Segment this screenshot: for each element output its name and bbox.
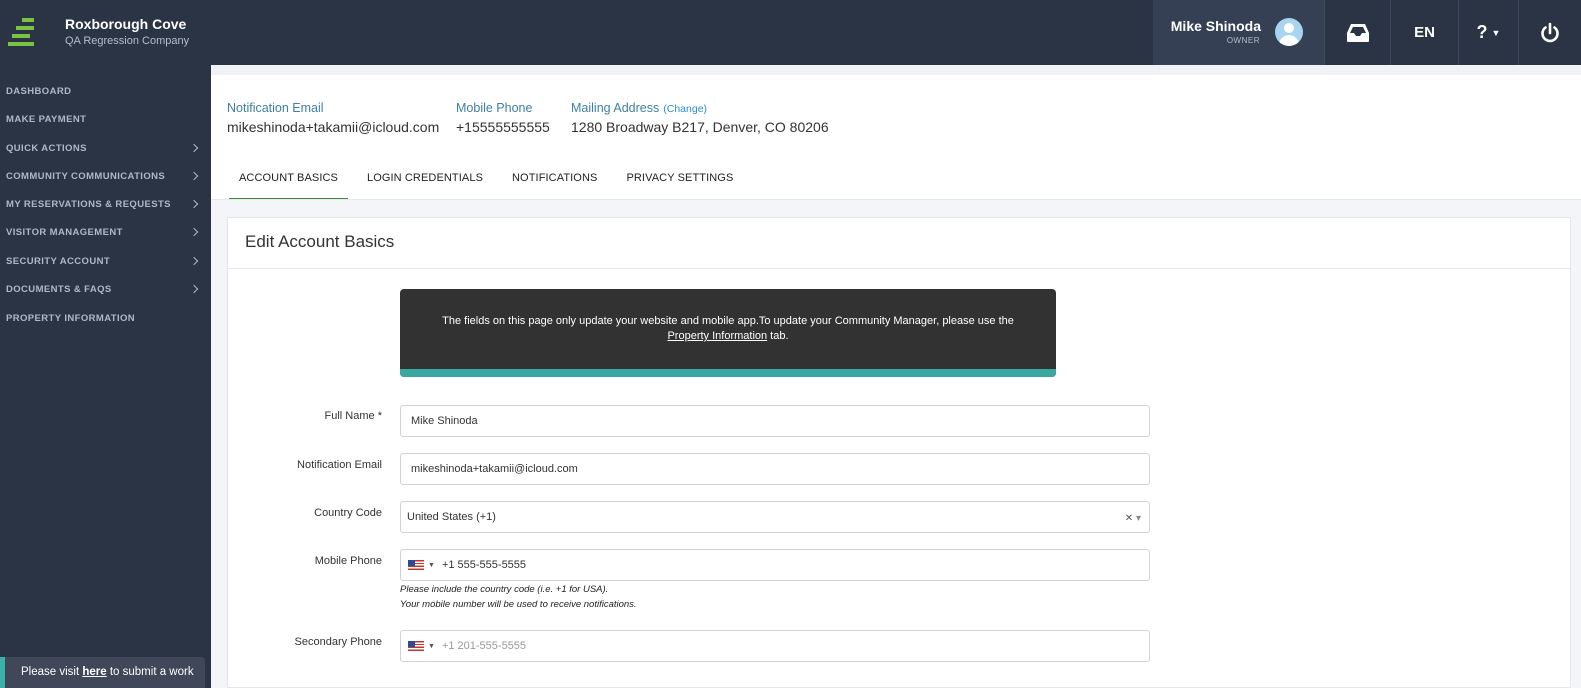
info-notice: The fields on this page only update your… [400,289,1056,377]
inbox-button[interactable] [1324,0,1390,65]
mailing-address-value: 1280 Broadway B217, Denver, CO 80206 [571,119,829,135]
sidebar-item-label: DOCUMENTS & FAQS [6,283,112,295]
sidebar-item-label: MY RESERVATIONS & REQUESTS [6,198,171,210]
notification-email-input[interactable]: mikeshinoda+takamii@icloud.com [400,453,1150,485]
tab-account-basics[interactable]: ACCOUNT BASICS [229,160,348,200]
org-name: Roxborough Cove [65,16,187,32]
sidebar-item-make-payment[interactable]: MAKE PAYMENT [6,109,201,129]
user-menu[interactable]: Mike Shinoda OWNER [1153,0,1324,65]
sidebar-item-label: QUICK ACTIONS [6,142,87,154]
mobile-phone-field-label: Mobile Phone [314,555,382,567]
full-name-label: Full Name * [324,410,382,422]
country-code-label: Country Code [314,507,382,519]
inbox-icon [1346,23,1369,42]
tab-notifications[interactable]: NOTIFICATIONS [502,160,607,200]
chevron-right-icon [189,227,199,237]
chevron-right-icon [189,284,199,294]
caret-down-icon: ▼ [1491,27,1501,38]
sidebar-item-dashboard[interactable]: DASHBOARD [6,81,201,101]
work-order-toast: Please visit here to submit a work [0,657,205,688]
toast-text: Please visit [21,666,83,678]
toast-text-suffix: to submit a work [106,666,194,678]
sidebar-item-community-communications[interactable]: COMMUNITY COMMUNICATIONS [6,166,201,186]
notification-email-label: Notification Email [227,101,324,115]
mobile-phone-input-value: +1 555-555-5555 [441,559,527,571]
secondary-phone-label: Secondary Phone [294,636,382,648]
sidebar-item-label: PROPERTY INFORMATION [6,312,136,324]
chevron-right-icon [189,171,199,181]
toast-link[interactable]: here [82,666,106,678]
full-name-input[interactable]: Mike Shinoda [400,405,1150,437]
language-label: EN [1414,24,1435,41]
sidebar-item-label: COMMUNITY COMMUNICATIONS [6,170,166,182]
sidebar-item-label: MAKE PAYMENT [6,113,87,125]
change-address-link[interactable]: (Change) [663,103,707,115]
mobile-help-line-2: Your mobile number will be used to recei… [400,599,637,610]
notice-accent-strip [400,369,1056,377]
mobile-phone-value: +15555555555 [456,119,550,135]
secondary-phone-input[interactable]: ▼ +1 201-555-5555 [400,630,1150,662]
notification-email-value: mikeshinoda+takamii@icloud.com [227,119,440,135]
tab-divider [211,199,1581,200]
tab-login-credentials[interactable]: LOGIN CREDENTIALS [357,160,493,200]
chevron-right-icon [189,199,199,209]
edit-account-panel: Edit Account Basics The fields on this p… [227,217,1571,688]
logout-button[interactable] [1518,0,1581,65]
sidebar-item-label: SECURITY ACCOUNT [6,255,111,267]
caret-down-icon[interactable]: ▼ [428,643,435,650]
mailing-address-label: Mailing Address [571,101,660,115]
country-code-value: United States (+1) [407,511,496,523]
secondary-phone-placeholder: +1 201-555-5555 [441,640,527,652]
sidebar-item-label: VISITOR MANAGEMENT [6,226,123,238]
sidebar-item-label: DASHBOARD [6,85,72,97]
sidebar: DASHBOARD MAKE PAYMENT QUICK ACTIONS COM… [0,65,211,688]
us-flag-icon[interactable] [408,641,424,651]
caret-down-icon[interactable]: ▼ [428,562,435,569]
mobile-phone-label: Mobile Phone [456,101,533,115]
chevron-right-icon [189,256,199,266]
notice-suffix: tab. [767,330,789,342]
sidebar-item-documents-faqs[interactable]: DOCUMENTS & FAQS [6,279,201,299]
us-flag-icon[interactable] [408,560,424,570]
panel-divider [228,268,1570,269]
help-icon: ? [1476,22,1488,42]
sidebar-item-visitor-management[interactable]: VISITOR MANAGEMENT [6,222,201,242]
mobile-help-line-1: Please include the country code (i.e. +1… [400,584,609,595]
sidebar-item-reservations-requests[interactable]: MY RESERVATIONS & REQUESTS [6,194,201,214]
user-name: Mike Shinoda [1170,18,1261,34]
clear-icon[interactable]: ✕ [1125,513,1133,524]
chevron-down-icon[interactable]: ▾ [1136,513,1141,524]
notice-text: The fields on this page only update your… [442,315,1014,327]
org-subtitle: QA Regression Company [65,35,190,47]
user-role: OWNER [1226,36,1260,45]
language-button[interactable]: EN [1390,0,1458,65]
sidebar-item-property-information[interactable]: PROPERTY INFORMATION [6,308,201,328]
mailing-address-label-group: Mailing Address (Change) [571,101,707,115]
brand-logo-icon[interactable] [8,18,34,46]
help-menu-button[interactable]: ? ▼ [1458,0,1518,65]
panel-title: Edit Account Basics [245,232,395,251]
mobile-phone-input[interactable]: ▼ +1 555-555-5555 [400,549,1150,581]
settings-tabs: ACCOUNT BASICS LOGIN CREDENTIALS NOTIFIC… [229,160,752,200]
sidebar-item-quick-actions[interactable]: QUICK ACTIONS [6,138,201,158]
top-bar: Roxborough Cove QA Regression Company Mi… [0,0,1581,65]
mobile-help-text: Please include the country code (i.e. +1… [400,582,637,612]
power-icon [1541,22,1559,42]
chevron-right-icon [189,143,199,153]
tab-privacy-settings[interactable]: PRIVACY SETTINGS [616,160,743,200]
select-controls: ✕ ▾ [1125,513,1141,524]
country-code-select[interactable]: United States (+1) ✕ ▾ [400,501,1150,533]
sidebar-item-security-account[interactable]: SECURITY ACCOUNT [6,251,201,271]
property-information-link[interactable]: Property Information [667,330,767,342]
avatar[interactable] [1275,18,1303,46]
notification-email-field-label: Notification Email [297,459,382,471]
